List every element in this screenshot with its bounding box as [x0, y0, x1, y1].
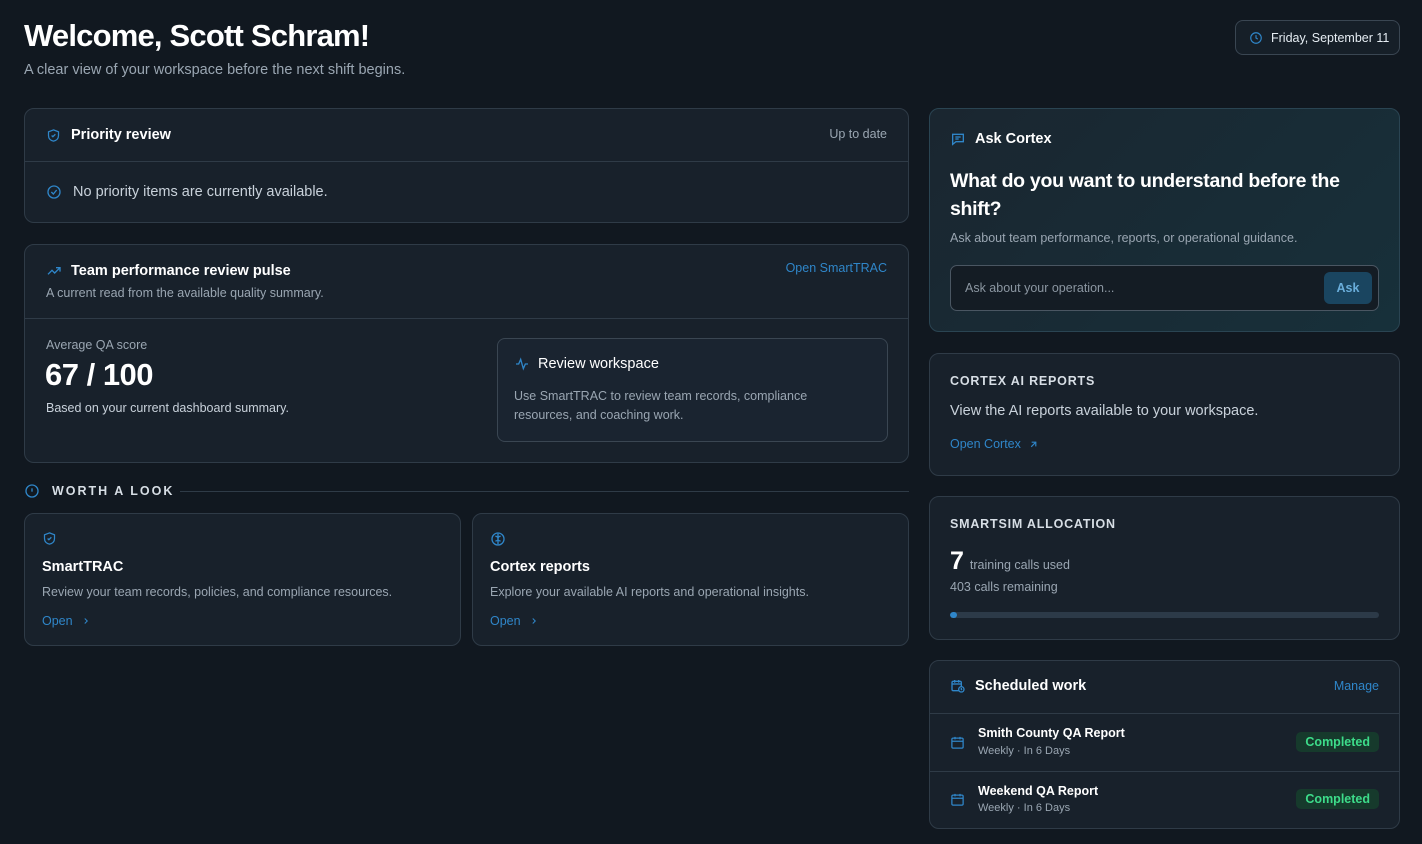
open-smarttrac-link[interactable]: Open SmartTRAC: [786, 261, 887, 275]
manage-link[interactable]: Manage: [1334, 679, 1379, 693]
ask-cortex-question: What do you want to understand before th…: [950, 170, 1340, 220]
review-workspace-desc: Use SmartTRAC to review team records, co…: [514, 389, 808, 422]
smartsim-remaining: 403 calls remaining: [950, 580, 1058, 594]
shield-icon: [46, 128, 61, 143]
priority-review-card: Priority review Up to date No priority i…: [24, 108, 909, 223]
page-subtitle: A clear view of your workspace before th…: [24, 62, 406, 78]
qa-score-label: Average QA score: [46, 338, 148, 352]
chevron-right-icon: [81, 616, 91, 626]
smartsim-allocation-card: SMARTSIM ALLOCATION 7 training calls use…: [929, 496, 1400, 640]
smartsim-used-count: 7: [950, 547, 964, 575]
scheduled-item-name: Weekend QA Report: [978, 784, 1099, 798]
calendar-icon: [950, 792, 965, 807]
open-cortex-link[interactable]: Open Cortex: [950, 437, 1039, 451]
arrow-up-right-icon: [1028, 439, 1039, 450]
smartsim-used-label: training calls used: [969, 558, 1070, 572]
ask-cortex-card: Ask Cortex What do you want to understan…: [929, 108, 1400, 332]
scheduled-item-meta: Weekly · In 6 Days: [978, 745, 1071, 757]
ask-input-wrapper: Ask: [950, 265, 1379, 311]
chevron-right-icon: [529, 616, 539, 626]
scheduled-work-card: Scheduled work Manage Smith County QA Re…: [929, 660, 1400, 829]
scheduled-work-title: Scheduled work: [975, 678, 1087, 694]
page-title: Welcome, Scott Schram!: [24, 18, 370, 53]
pulse-title: Team performance review pulse: [71, 263, 291, 279]
activity-icon: [514, 356, 530, 372]
trend-up-icon: [46, 263, 62, 279]
pulse-subtitle: A current read from the available qualit…: [46, 286, 324, 300]
ask-button[interactable]: Ask: [1324, 272, 1372, 304]
info-icon: [24, 483, 40, 499]
qa-score-note: Based on your current dashboard summary.: [46, 401, 289, 415]
smartsim-heading: SMARTSIM ALLOCATION: [950, 517, 1116, 531]
check-circle-icon: [46, 184, 62, 200]
scheduled-item-name: Smith County QA Report: [978, 726, 1125, 740]
ask-cortex-title: Ask Cortex: [975, 131, 1052, 147]
status-badge: Completed: [1296, 732, 1379, 752]
ask-cortex-input[interactable]: [951, 266, 1378, 310]
worth-a-look-heading: WORTH A LOOK: [24, 483, 174, 499]
clock-icon: [1249, 31, 1263, 45]
priority-message: No priority items are currently availabl…: [73, 184, 328, 200]
smartsim-progress-fill: [950, 612, 958, 618]
ask-cortex-hint: Ask about team performance, reports, or …: [950, 231, 1298, 245]
scheduled-item-meta: Weekly · In 6 Days: [978, 802, 1071, 814]
cortex-reports-card[interactable]: Cortex reports Explore your available AI…: [472, 513, 909, 646]
date-label: Friday, September 11: [1271, 30, 1390, 45]
calendar-icon: [950, 735, 965, 750]
cortex-reports-open-link[interactable]: Open: [490, 614, 539, 628]
smarttrac-title: SmartTRAC: [42, 559, 124, 575]
qa-score-value: 67 / 100: [45, 357, 154, 392]
cortex-ai-reports-heading: CORTEX AI REPORTS: [950, 374, 1096, 388]
date-pill[interactable]: Friday, September 11: [1235, 20, 1400, 55]
scheduled-row[interactable]: Weekend QA Report Weekly · In 6 Days Com…: [930, 772, 1399, 829]
priority-status: Up to date: [829, 127, 887, 141]
performance-pulse-card: Team performance review pulse A current …: [24, 244, 909, 463]
shield-icon: [42, 531, 57, 546]
cortex-reports-title: Cortex reports: [490, 559, 590, 575]
priority-title: Priority review: [71, 127, 171, 143]
review-workspace-title: Review workspace: [538, 356, 659, 372]
review-workspace-panel[interactable]: Review workspace Use SmartTRAC to review…: [497, 338, 888, 442]
cortex-ai-reports-desc: View the AI reports available to your wo…: [950, 403, 1259, 419]
smarttrac-card[interactable]: SmartTRAC Review your team records, poli…: [24, 513, 461, 646]
smartsim-progress-bar: [950, 612, 1379, 618]
smarttrac-desc: Review your team records, policies, and …: [42, 585, 393, 599]
calendar-clock-icon: [950, 678, 966, 694]
brain-icon: [490, 531, 506, 547]
smarttrac-open-link[interactable]: Open: [42, 614, 91, 628]
cortex-ai-reports-card: CORTEX AI REPORTS View the AI reports av…: [929, 353, 1400, 476]
scheduled-row[interactable]: Smith County QA Report Weekly · In 6 Day…: [930, 714, 1399, 771]
status-badge: Completed: [1296, 789, 1379, 809]
section-divider: [180, 491, 909, 492]
cortex-reports-desc: Explore your available AI reports and op…: [490, 585, 809, 599]
chat-icon: [950, 131, 966, 147]
